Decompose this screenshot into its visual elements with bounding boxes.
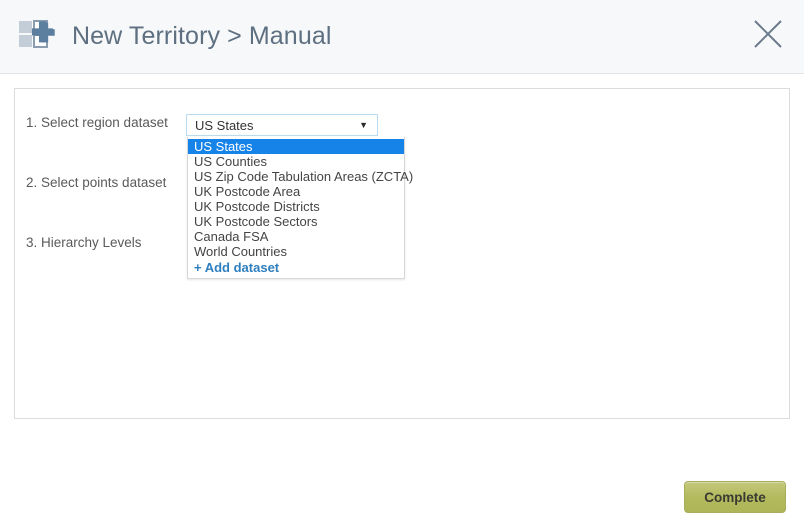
dropdown-option-uk-postcode-districts[interactable]: UK Postcode Districts — [188, 199, 404, 214]
step-label-list: 1. Select region dataset 2. Select point… — [26, 115, 186, 295]
wizard-panel: 1. Select region dataset 2. Select point… — [14, 88, 790, 419]
step-label-points-dataset: 2. Select points dataset — [26, 175, 167, 190]
region-dataset-control: US States ▼ US States US Counties US Zip… — [186, 114, 413, 279]
dropdown-option-us-states[interactable]: US States — [188, 139, 404, 154]
complete-button[interactable]: Complete — [684, 481, 786, 513]
step-label-region-dataset: 1. Select region dataset — [26, 115, 168, 130]
region-dataset-select[interactable]: US States ▼ — [186, 114, 378, 136]
dropdown-option-us-zcta[interactable]: US Zip Code Tabulation Areas (ZCTA) — [188, 169, 413, 184]
region-dataset-dropdown[interactable]: US States US Counties US Zip Code Tabula… — [187, 137, 413, 279]
dialog-header: New Territory > Manual — [0, 0, 804, 74]
dropdown-option-uk-postcode-sectors[interactable]: UK Postcode Sectors — [188, 214, 404, 229]
close-icon — [754, 20, 782, 48]
new-territory-grid-plus-icon — [18, 18, 60, 56]
dialog-footer: Complete — [0, 419, 804, 526]
dropdown-option-uk-postcode-area[interactable]: UK Postcode Area — [188, 184, 404, 199]
chevron-down-icon: ▼ — [359, 119, 368, 130]
step-label-hierarchy-levels: 3. Hierarchy Levels — [26, 235, 142, 250]
dropdown-option-canada-fsa[interactable]: Canada FSA — [188, 229, 404, 244]
dropdown-option-add-dataset[interactable]: + Add dataset — [188, 259, 404, 275]
panel-wrapper: 1. Select region dataset 2. Select point… — [0, 74, 804, 419]
page-title: New Territory > Manual — [72, 22, 332, 50]
dropdown-option-world-countries[interactable]: World Countries — [188, 244, 404, 259]
close-button[interactable] — [746, 12, 790, 56]
dropdown-option-us-counties[interactable]: US Counties — [188, 154, 404, 169]
region-dataset-selected-value: US States — [195, 117, 254, 133]
